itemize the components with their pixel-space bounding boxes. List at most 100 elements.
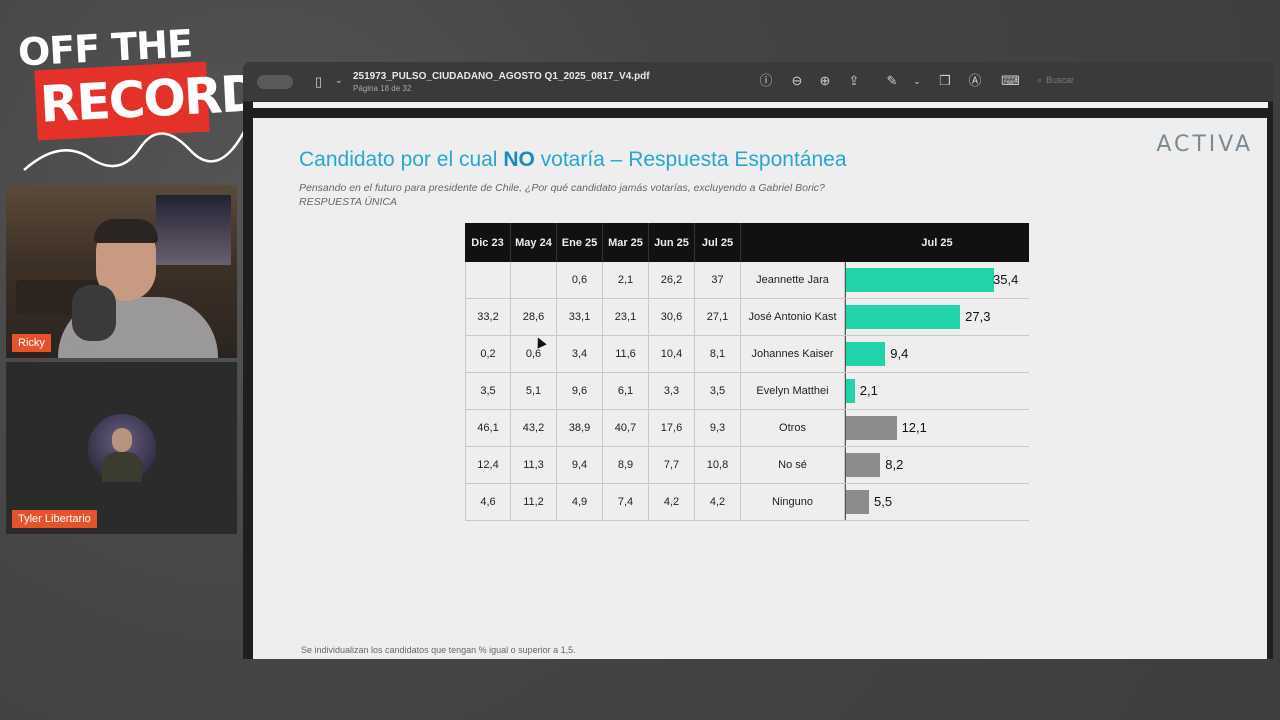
bar-cell: 8,2 bbox=[845, 447, 1029, 483]
bar-cell: 12,1 bbox=[845, 410, 1029, 446]
table-cell: 5,1 bbox=[511, 373, 557, 409]
header-cell: Dic 23 bbox=[465, 223, 511, 262]
window-icon[interactable]: ❐ bbox=[937, 73, 953, 89]
slide-title-post: votaría – Respuesta Espontánea bbox=[534, 148, 847, 171]
table-body: 0,6 2,1 26,2 37 Jeannette Jara 35,4 33,2 28,6 33… bbox=[465, 262, 1029, 521]
avatar-face bbox=[112, 428, 132, 452]
table-cell: 4,2 bbox=[695, 484, 741, 520]
search-placeholder: Buscar bbox=[1046, 75, 1075, 85]
table-cell: 10,8 bbox=[695, 447, 741, 483]
table-cell: 23,1 bbox=[603, 299, 649, 335]
table-cell: 3,5 bbox=[695, 373, 741, 409]
chevron-down-icon[interactable]: ⌄ bbox=[335, 75, 343, 86]
room-window bbox=[156, 195, 231, 265]
table-cell: 3,3 bbox=[649, 373, 695, 409]
table-cell: 46,1 bbox=[465, 410, 511, 446]
slide-title: Candidato por el cual NO votaría – Respu… bbox=[299, 148, 847, 172]
table-cell: 7,7 bbox=[649, 447, 695, 483]
table-cell: 26,2 bbox=[649, 262, 695, 298]
bar-cell: 27,3 bbox=[845, 299, 1029, 335]
pdf-page: Candidato por el cual NO votaría – Respu… bbox=[253, 118, 1267, 659]
bar-mark bbox=[846, 490, 869, 514]
header-cell: Jul 25 bbox=[695, 223, 741, 262]
table-cell: 43,2 bbox=[511, 410, 557, 446]
table-cell: 12,4 bbox=[465, 447, 511, 483]
header-cell: May 24 bbox=[511, 223, 557, 262]
off-the-record-logo: OFF THE RECORD bbox=[14, 21, 261, 177]
table-cell: 8,1 bbox=[695, 336, 741, 372]
bar-value-label: 5,5 bbox=[873, 494, 893, 509]
page-indicator: Página 18 de 32 bbox=[353, 84, 412, 93]
table-cell: 37 bbox=[695, 262, 741, 298]
bar-value-label: 2,1 bbox=[859, 383, 878, 398]
table-cell bbox=[511, 262, 557, 298]
table-cell: 4,6 bbox=[465, 484, 511, 520]
table-cell: 3,5 bbox=[465, 373, 511, 409]
pen-icon[interactable]: ✎ bbox=[884, 73, 900, 89]
table-cell: 38,9 bbox=[557, 410, 603, 446]
microphone bbox=[72, 285, 116, 341]
table-row: 4,6 11,2 4,9 7,4 4,2 4,2 Ninguno 5,5 bbox=[465, 484, 1029, 521]
viewer-titlebar: ▯ ⌄ 251973_PULSO_CIUDADANO_AGOSTO Q1_202… bbox=[243, 62, 1273, 102]
table-row: 3,5 5,1 9,6 6,1 3,3 3,5 Evelyn Matthei 2,1 bbox=[465, 373, 1029, 410]
bar-mark bbox=[846, 453, 881, 477]
table-cell: 30,6 bbox=[649, 299, 695, 335]
sidebar-toggle-icon[interactable]: ▯ bbox=[315, 74, 322, 90]
markup-icon[interactable]: Ⓐ bbox=[967, 73, 983, 89]
cam-name-label: Ricky bbox=[12, 334, 51, 352]
bar-mark bbox=[846, 416, 897, 440]
table-cell bbox=[465, 262, 511, 298]
activa-logo: ACTIVA bbox=[1156, 132, 1253, 157]
search-icon: ⌕ bbox=[1037, 75, 1043, 85]
candidate-name: José Antonio Kast bbox=[741, 299, 845, 335]
zoom-out-icon[interactable]: ⊖ bbox=[789, 73, 805, 89]
search-field[interactable]: ⌕ Buscar bbox=[1033, 75, 1074, 86]
table-cell: 9,3 bbox=[695, 410, 741, 446]
table-cell: 33,1 bbox=[557, 299, 603, 335]
form-icon[interactable]: ⌨ bbox=[1001, 73, 1020, 89]
webcam-ricky: Ricky bbox=[6, 185, 237, 358]
avatar bbox=[88, 414, 156, 482]
table-cell: 9,6 bbox=[557, 373, 603, 409]
table-cell: 40,7 bbox=[603, 410, 649, 446]
candidate-name: Ninguno bbox=[741, 484, 845, 520]
table-cell: 0,6 bbox=[557, 262, 603, 298]
table-cell: 8,9 bbox=[603, 447, 649, 483]
bar-cell: 5,5 bbox=[845, 484, 1029, 520]
zoom-in-icon[interactable]: ⊕ bbox=[817, 73, 833, 89]
bar-value-label: 27,3 bbox=[965, 309, 991, 324]
table-row: 33,2 28,6 33,1 23,1 30,6 27,1 José Antonio Kas… bbox=[465, 299, 1029, 336]
header-cell-blank bbox=[741, 223, 845, 262]
bar-mark bbox=[846, 342, 886, 366]
table-cell: 4,2 bbox=[649, 484, 695, 520]
table-row: 46,1 43,2 38,9 40,7 17,6 9,3 Otros 12,1 bbox=[465, 410, 1029, 447]
chevron-down-icon[interactable]: ⌄ bbox=[909, 73, 925, 89]
header-cell: Ene 25 bbox=[557, 223, 603, 262]
header-cell: Mar 25 bbox=[603, 223, 649, 262]
avatar-body bbox=[102, 452, 142, 482]
table-cell: 9,4 bbox=[557, 447, 603, 483]
window-controls[interactable] bbox=[257, 75, 293, 89]
table-cell: 11,2 bbox=[511, 484, 557, 520]
bar-value-label: 12,1 bbox=[901, 420, 927, 435]
candidate-name: Otros bbox=[741, 410, 845, 446]
bar-cell: 35,4 bbox=[845, 262, 1029, 298]
slide-title-bold: NO bbox=[503, 148, 535, 171]
header-cell: Jul 25 bbox=[921, 236, 953, 249]
table-header: Dic 23 May 24 Ene 25 Mar 25 Jun 25 Jul 2… bbox=[465, 223, 1029, 262]
table-cell: 11,3 bbox=[511, 447, 557, 483]
bar-mark bbox=[846, 379, 855, 403]
table-cell: 6,1 bbox=[603, 373, 649, 409]
table-cell: 0,2 bbox=[465, 336, 511, 372]
person-hair bbox=[94, 219, 158, 243]
bar-value-label: 35,4 bbox=[993, 272, 1019, 287]
info-icon[interactable]: ⓘ bbox=[758, 73, 774, 89]
table-cell: 10,4 bbox=[649, 336, 695, 372]
table-row: 12,4 11,3 9,4 8,9 7,7 10,8 No sé 8,2 bbox=[465, 447, 1029, 484]
candidate-name: No sé bbox=[741, 447, 845, 483]
bar-mark bbox=[846, 305, 961, 329]
table-cell: 3,4 bbox=[557, 336, 603, 372]
share-icon[interactable]: ⇪ bbox=[846, 73, 862, 89]
previous-page-edge bbox=[253, 102, 1268, 108]
header-cell: Jun 25 bbox=[649, 223, 695, 262]
